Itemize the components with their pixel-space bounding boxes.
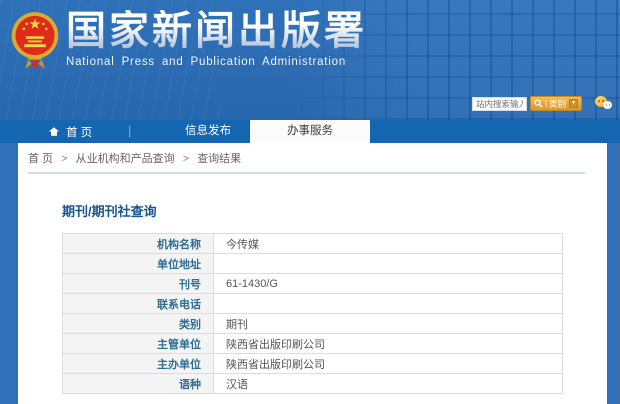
row-value: 期刊: [214, 314, 563, 334]
nav-item-info[interactable]: 信息发布: [162, 120, 254, 143]
row-label: 机构名称: [63, 234, 214, 254]
row-value: [214, 294, 563, 314]
row-label: 联系电话: [63, 294, 214, 314]
content-panel: 首 页 > 从业机构和产品查询 > 查询结果 期刊/期刊社查询 机构名称 今传媒…: [18, 143, 607, 404]
row-label: 语种: [63, 374, 214, 394]
table-row: 主管单位 陕西省出版印刷公司: [63, 334, 563, 354]
result-table: 机构名称 今传媒 单位地址 刊号 61-1430/G 联系电话 类别 期: [62, 233, 563, 394]
table-row: 机构名称 今传媒: [63, 234, 563, 254]
breadcrumb-separator: >: [61, 153, 67, 165]
nav-home-label: 首 页: [66, 124, 92, 140]
table-row: 语种 汉语: [63, 374, 563, 394]
nav-item-services[interactable]: 办事服务: [250, 120, 370, 143]
row-value: 61-1430/G: [214, 274, 563, 294]
table-row: 主办单位 陕西省出版印刷公司: [63, 354, 563, 374]
breadcrumb-home[interactable]: 首 页: [28, 153, 53, 165]
row-label: 主办单位: [63, 354, 214, 374]
row-label: 类别: [63, 314, 214, 334]
breadcrumb-query[interactable]: 从业机构和产品查询: [76, 153, 175, 165]
category-label: 类别: [549, 98, 566, 110]
site-header: 国家新闻出版署 National Press and Publication A…: [0, 0, 620, 120]
site-title: 国家新闻出版署: [66, 10, 367, 53]
table-row: 单位地址: [63, 254, 563, 274]
site-title-block: 国家新闻出版署 National Press and Publication A…: [66, 10, 367, 68]
nav-item-home[interactable]: 首 页: [48, 120, 92, 143]
table-row: 类别 期刊: [63, 314, 563, 334]
row-label: 主管单位: [63, 334, 214, 354]
breadcrumb-current: 查询结果: [197, 153, 241, 165]
row-value: 陕西省出版印刷公司: [214, 334, 563, 354]
site-subtitle: National Press and Publication Administr…: [66, 56, 367, 68]
search-input[interactable]: [472, 97, 527, 111]
national-emblem-icon: [10, 5, 60, 81]
row-label: 刊号: [63, 274, 214, 294]
row-value: 陕西省出版印刷公司: [214, 354, 563, 374]
main-nav: 首 页 | 信息发布 办事服务: [0, 120, 620, 143]
row-value: 汉语: [214, 374, 563, 394]
breadcrumb: 首 页 > 从业机构和产品查询 > 查询结果: [28, 143, 585, 174]
wechat-icon[interactable]: [595, 96, 615, 111]
search-button[interactable]: | 类别 ▼: [530, 96, 582, 111]
site-search: | 类别 ▼: [472, 96, 615, 111]
magnifier-icon: [534, 99, 543, 108]
row-value: [214, 254, 563, 274]
row-label: 单位地址: [63, 254, 214, 274]
nav-divider: |: [128, 123, 131, 138]
chevron-down-icon[interactable]: ▼: [569, 99, 578, 108]
breadcrumb-separator: >: [183, 153, 189, 165]
table-row: 联系电话: [63, 294, 563, 314]
row-value: 今传媒: [214, 234, 563, 254]
section-title: 期刊/期刊社查询: [62, 201, 157, 220]
button-divider: |: [545, 99, 547, 108]
table-row: 刊号 61-1430/G: [63, 274, 563, 294]
home-icon: [48, 126, 60, 137]
page: 国家新闻出版署 National Press and Publication A…: [0, 0, 620, 404]
